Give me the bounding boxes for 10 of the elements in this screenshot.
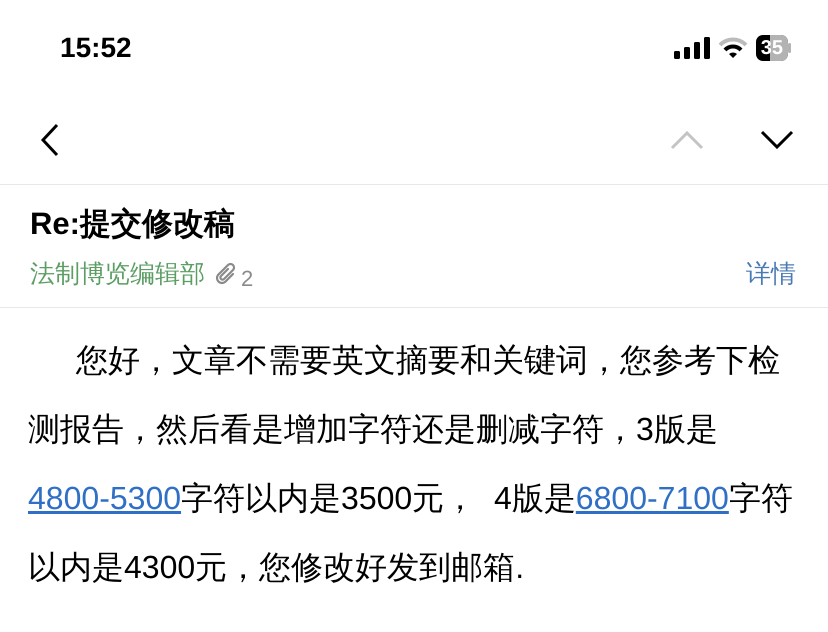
signal-icon xyxy=(674,36,710,58)
attachment-count: 2 xyxy=(241,264,254,292)
email-subject: Re:提交修改稿 xyxy=(30,205,236,243)
link[interactable]: 6800-7100 xyxy=(576,480,729,516)
link[interactable]: 4800-5300 xyxy=(28,480,182,516)
sender-name[interactable]: 法制博览编辑部 xyxy=(30,256,205,294)
clock-time: 15:52 xyxy=(60,30,132,64)
details-link[interactable]: 详情 xyxy=(746,256,796,294)
email-body: 您好，文章不需要英文摘要和关键词，您参考下检测报告，然后看是增加字符还是删减字符，3版是 4800-5300字符以内是3500元， 4版是6800-7100字符以内是4300元，您修改好发到邮箱. xyxy=(27,340,794,586)
wifi-icon xyxy=(718,36,748,58)
